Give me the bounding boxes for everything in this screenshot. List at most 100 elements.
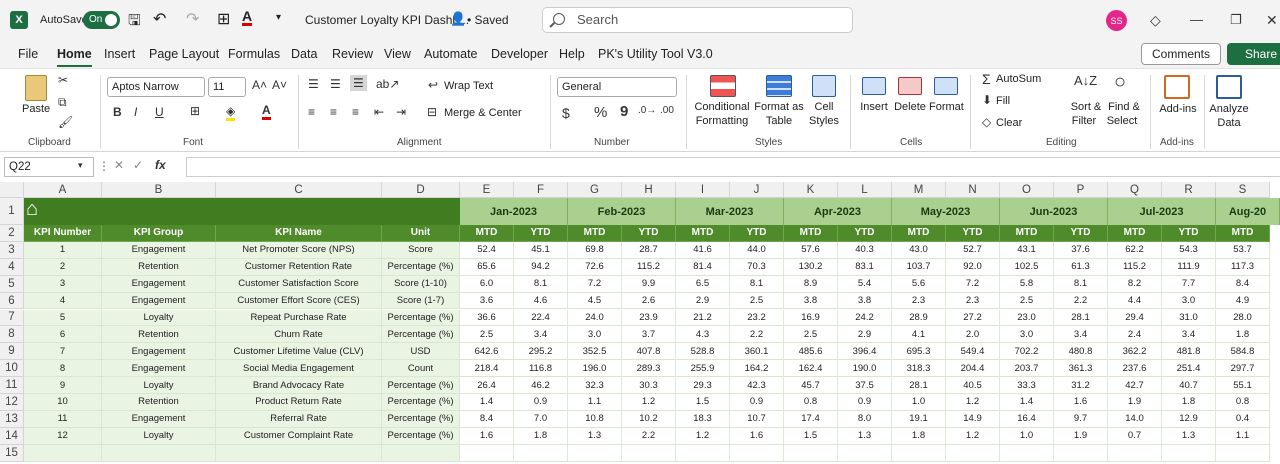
value-cell[interactable]: 8.1 [730,275,784,293]
value-cell[interactable]: 115.2 [1108,258,1162,276]
value-cell[interactable]: 55.1 [1216,377,1270,394]
delete-cells-button[interactable]: Delete [893,101,927,114]
value-cell[interactable]: 40.5 [946,377,1000,394]
kpi-number[interactable]: 4 [24,292,102,310]
column-header[interactable]: K [784,182,838,198]
kpi-unit[interactable]: Percentage (%) [382,377,460,394]
select-all-corner[interactable] [0,182,24,198]
value-cell[interactable]: 31.2 [1054,377,1108,394]
value-cell[interactable]: 27.2 [946,309,1000,327]
align-left-icon[interactable]: ≡ [308,105,315,119]
value-cell[interactable]: 12.9 [1162,410,1216,428]
paste-icon[interactable] [25,75,47,101]
value-cell[interactable]: 23.9 [622,309,676,327]
value-cell[interactable]: 2.5 [1000,292,1054,310]
empty-cell[interactable] [568,444,622,462]
value-cell[interactable]: 5.8 [1000,275,1054,293]
format-table-line1[interactable]: Format as [754,101,804,114]
copy-icon[interactable]: ⧉ [58,95,67,110]
value-cell[interactable]: 2.0 [946,326,1000,344]
empty-cell[interactable] [216,444,382,462]
font-name-select[interactable]: Aptos Narrow [107,77,205,97]
value-cell[interactable]: 695.3 [892,343,946,361]
value-cell[interactable]: 2.2 [1054,292,1108,310]
value-cell[interactable]: 255.9 [676,360,730,378]
autosave-toggle[interactable]: On [83,11,120,29]
value-cell[interactable]: 21.2 [676,309,730,327]
align-bottom-icon[interactable]: ☰ [350,75,367,91]
conditional-formatting-icon[interactable] [710,75,736,97]
kpi-unit[interactable]: Score [382,241,460,259]
kpi-name[interactable]: Product Return Rate [216,394,382,411]
kpi-group[interactable]: Retention [102,326,216,344]
orientation-icon[interactable]: ab↗ [376,77,399,91]
value-cell[interactable]: 23.0 [1000,309,1054,327]
fill-icon[interactable]: ⬇ [982,93,992,107]
kpi-name[interactable]: Customer Lifetime Value (CLV) [216,343,382,361]
value-cell[interactable]: 42.3 [730,377,784,394]
value-cell[interactable]: 218.4 [460,360,514,378]
format-cells-button[interactable]: Format [929,101,964,114]
value-cell[interactable]: 40.7 [1162,377,1216,394]
kpi-number[interactable]: 3 [24,275,102,293]
value-cell[interactable]: 62.2 [1108,241,1162,259]
value-cell[interactable]: 7.2 [568,275,622,293]
value-cell[interactable]: 43.1 [1000,241,1054,259]
value-cell[interactable]: 1.5 [676,394,730,411]
empty-cell[interactable] [1162,444,1216,462]
kpi-unit[interactable]: Score (1-10) [382,275,460,293]
value-cell[interactable]: 10.8 [568,410,622,428]
decrease-font-icon[interactable]: A˅ [272,78,287,92]
kpi-number[interactable]: 6 [24,326,102,344]
empty-cell[interactable] [514,444,568,462]
value-cell[interactable]: 481.8 [1162,343,1216,361]
clear-icon[interactable]: ◇ [982,115,991,129]
tab-review[interactable]: Review [332,47,373,61]
value-cell[interactable]: 584.8 [1216,343,1270,361]
column-header[interactable]: J [730,182,784,198]
row-header[interactable]: 12 [0,394,24,411]
format-cells-icon[interactable] [934,77,958,95]
column-header[interactable]: L [838,182,892,198]
value-cell[interactable]: 7.2 [946,275,1000,293]
tab-home[interactable]: Home [57,47,92,67]
column-header[interactable]: S [1216,182,1270,198]
value-cell[interactable]: 190.0 [838,360,892,378]
diamond-icon[interactable]: ◇ [1150,12,1161,29]
paste-label[interactable]: Paste [22,103,50,116]
value-cell[interactable]: 29.4 [1108,309,1162,327]
value-cell[interactable]: 360.1 [730,343,784,361]
value-cell[interactable]: 10.7 [730,410,784,428]
add-ins-button[interactable]: Add-ins [1158,103,1198,116]
value-cell[interactable]: 46.2 [514,377,568,394]
underline-button[interactable]: U [155,105,164,119]
kpi-unit[interactable]: Percentage (%) [382,410,460,428]
value-cell[interactable]: 1.8 [1216,326,1270,344]
value-cell[interactable]: 30.3 [622,377,676,394]
tab-page-layout[interactable]: Page Layout [149,47,219,61]
insert-cells-button[interactable]: Insert [858,101,890,114]
value-cell[interactable]: 0.9 [730,394,784,411]
percent-button[interactable]: % [594,104,607,121]
value-cell[interactable]: 3.0 [1162,292,1216,310]
value-cell[interactable]: 45.1 [514,241,568,259]
conditional-formatting-line1[interactable]: Conditional [694,101,750,114]
value-cell[interactable]: 1.2 [946,427,1000,445]
kpi-unit[interactable]: Percentage (%) [382,427,460,445]
sort-filter-line2[interactable]: Filter [1066,115,1102,128]
kpi-group[interactable]: Engagement [102,292,216,310]
delete-cells-icon[interactable] [898,77,922,95]
decrease-indent-icon[interactable]: ⇤ [374,105,384,119]
conditional-formatting-line2[interactable]: Formatting [692,115,752,128]
kpi-group[interactable]: Engagement [102,410,216,428]
value-cell[interactable]: 196.0 [568,360,622,378]
tab-help[interactable]: Help [559,47,585,61]
value-cell[interactable]: 2.3 [892,292,946,310]
kpi-group[interactable]: Loyalty [102,377,216,394]
merge-center-button[interactable]: Merge & Center [444,107,522,120]
column-header[interactable]: F [514,182,568,198]
kpi-unit[interactable]: USD [382,343,460,361]
more-icon[interactable]: ⋮ [98,159,110,173]
value-cell[interactable]: 92.0 [946,258,1000,276]
kpi-number[interactable]: 11 [24,410,102,428]
